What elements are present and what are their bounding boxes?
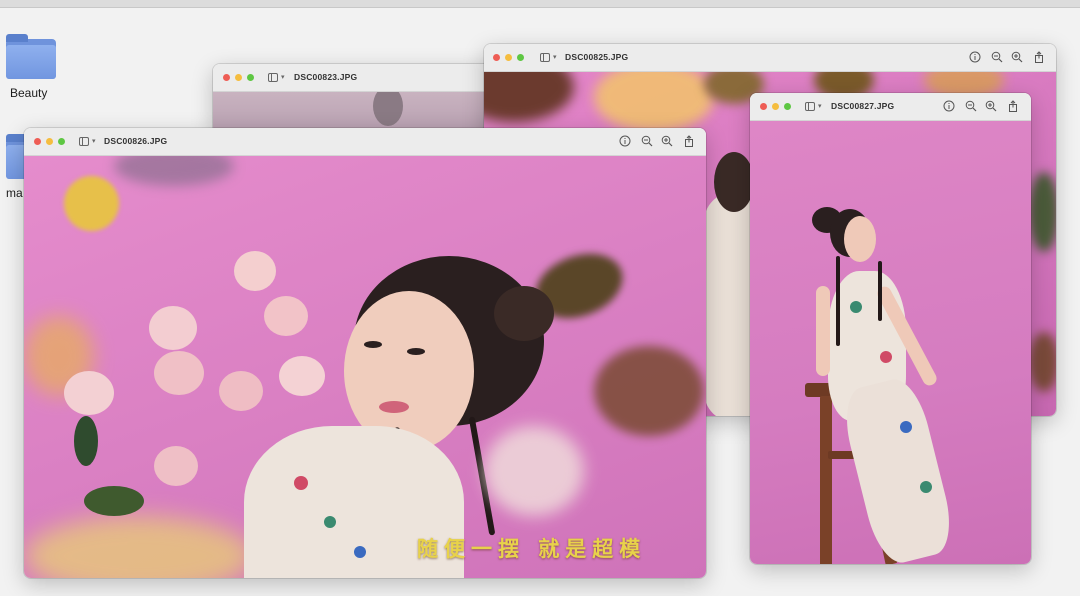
video-caption: 随便一摆 就是超模	[417, 537, 647, 561]
window-title: DSC00823.JPG	[294, 72, 358, 82]
preview-window-dsc00826[interactable]: ▾ DSC00826.JPG 随便一摆 就是超模	[24, 128, 706, 578]
share-icon[interactable]	[1033, 51, 1045, 63]
chevron-down-icon[interactable]: ▾	[281, 73, 285, 81]
minimize-button[interactable]	[46, 138, 53, 145]
info-icon[interactable]	[943, 100, 955, 112]
share-icon[interactable]	[683, 135, 695, 147]
info-icon[interactable]	[969, 51, 981, 63]
window-titlebar[interactable]: ▾ DSC00827.JPG	[750, 93, 1031, 121]
chevron-down-icon[interactable]: ▾	[92, 137, 96, 145]
preview-window-dsc00827[interactable]: ▾ DSC00827.JPG	[750, 93, 1031, 564]
sidebar-toggle-icon[interactable]	[79, 137, 89, 146]
minimize-button[interactable]	[772, 103, 779, 110]
zoom-in-icon[interactable]	[661, 135, 673, 147]
sidebar-toggle-icon[interactable]	[268, 73, 278, 82]
menu-bar	[0, 0, 1080, 8]
share-icon[interactable]	[1007, 100, 1019, 112]
zoom-window-button[interactable]	[517, 54, 524, 61]
photo-dsc00827	[750, 121, 1031, 564]
folder-label: ma	[6, 186, 23, 200]
close-button[interactable]	[34, 138, 41, 145]
zoom-out-icon[interactable]	[991, 51, 1003, 63]
window-title: DSC00825.JPG	[565, 52, 629, 62]
photo-dsc00826: 随便一摆 就是超模	[24, 156, 706, 578]
close-button[interactable]	[493, 54, 500, 61]
sidebar-toggle-icon[interactable]	[540, 53, 550, 62]
window-titlebar[interactable]: ▾ DSC00823.JPG	[213, 64, 513, 92]
zoom-out-icon[interactable]	[965, 100, 977, 112]
window-titlebar[interactable]: ▾ DSC00825.JPG	[484, 44, 1056, 72]
info-icon[interactable]	[619, 135, 631, 147]
desktop-folder-beauty[interactable]: Beauty	[0, 30, 62, 105]
window-title: DSC00826.JPG	[104, 136, 168, 146]
sidebar-toggle-icon[interactable]	[805, 102, 815, 111]
zoom-window-button[interactable]	[784, 103, 791, 110]
minimize-button[interactable]	[235, 74, 242, 81]
zoom-window-button[interactable]	[247, 74, 254, 81]
folder-label: Beauty	[10, 86, 48, 100]
window-title: DSC00827.JPG	[831, 101, 895, 111]
close-button[interactable]	[223, 74, 230, 81]
chevron-down-icon[interactable]: ▾	[818, 102, 822, 110]
zoom-window-button[interactable]	[58, 138, 65, 145]
chevron-down-icon[interactable]: ▾	[553, 53, 557, 61]
minimize-button[interactable]	[505, 54, 512, 61]
folder-icon	[6, 34, 56, 79]
preview-window-dsc00823[interactable]: ▾ DSC00823.JPG	[213, 64, 513, 134]
window-titlebar[interactable]: ▾ DSC00826.JPG	[24, 128, 706, 156]
zoom-out-icon[interactable]	[641, 135, 653, 147]
zoom-in-icon[interactable]	[985, 100, 997, 112]
zoom-in-icon[interactable]	[1011, 51, 1023, 63]
close-button[interactable]	[760, 103, 767, 110]
